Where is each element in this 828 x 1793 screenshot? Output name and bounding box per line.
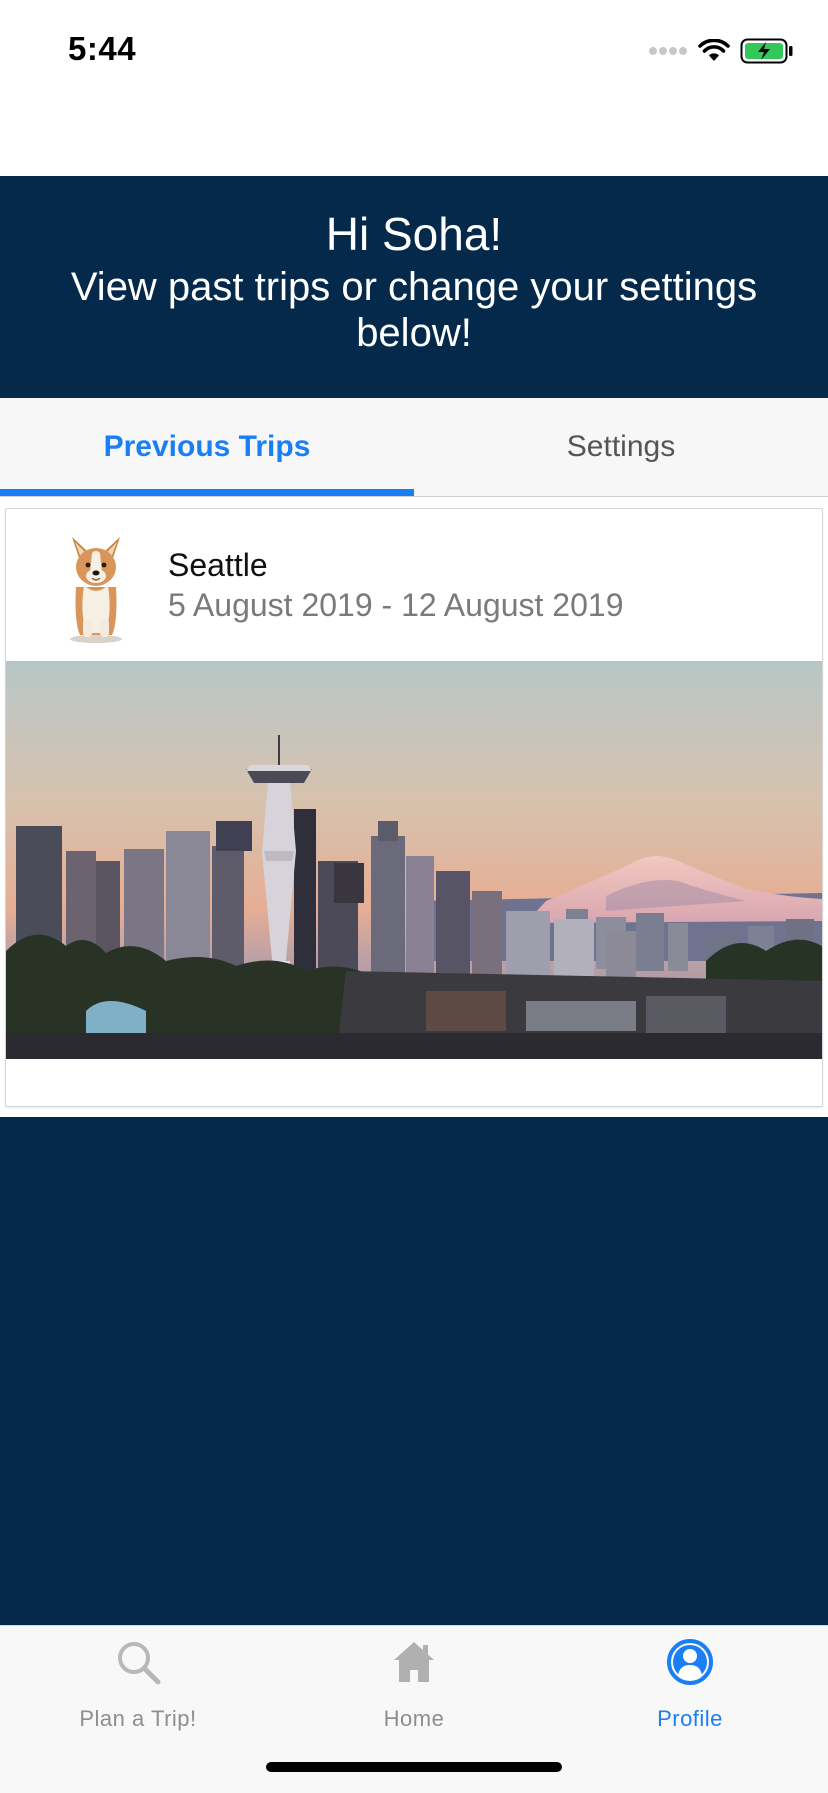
trip-dates: 5 August 2019 - 12 August 2019: [168, 587, 624, 623]
wifi-icon: [698, 39, 730, 61]
tabbar-label-home: Home: [383, 1706, 445, 1731]
header-subtitle: View past trips or change your settings …: [70, 265, 758, 355]
home-indicator: [266, 1762, 562, 1772]
seattle-skyline-photo: [6, 661, 822, 1059]
tab-previous-trips[interactable]: Previous Trips: [0, 398, 414, 496]
tabbar-label-profile: Profile: [657, 1706, 723, 1731]
tabbar-item-plan-trip[interactable]: Plan a Trip!: [0, 1626, 276, 1736]
home-icon: [394, 1642, 434, 1682]
trip-card[interactable]: Seattle 5 August 2019 - 12 August 2019: [5, 508, 823, 1107]
cellular-signal-icon: [649, 47, 687, 55]
tab-settings[interactable]: Settings: [414, 398, 828, 496]
tabbar-label-plan-trip: Plan a Trip!: [79, 1706, 197, 1731]
search-icon: [118, 1642, 161, 1685]
status-bar: 5:44: [0, 0, 828, 100]
content-background: [0, 1117, 828, 1625]
battery-charging-icon: [740, 38, 793, 64]
profile-icon: [667, 1639, 713, 1685]
status-time: 5:44: [68, 30, 137, 67]
segment-tabs: Previous Trips Settings: [0, 398, 828, 497]
corgi-avatar: [70, 537, 122, 643]
greeting-title: Hi Soha!: [325, 208, 503, 260]
trip-city: Seattle: [168, 547, 268, 583]
profile-header: Hi Soha! View past trips or change your …: [0, 176, 828, 398]
tabbar-item-profile[interactable]: Profile: [552, 1626, 828, 1736]
status-icons: [648, 36, 794, 66]
tabbar-item-home[interactable]: Home: [276, 1626, 552, 1736]
active-tab-indicator: [0, 489, 414, 496]
